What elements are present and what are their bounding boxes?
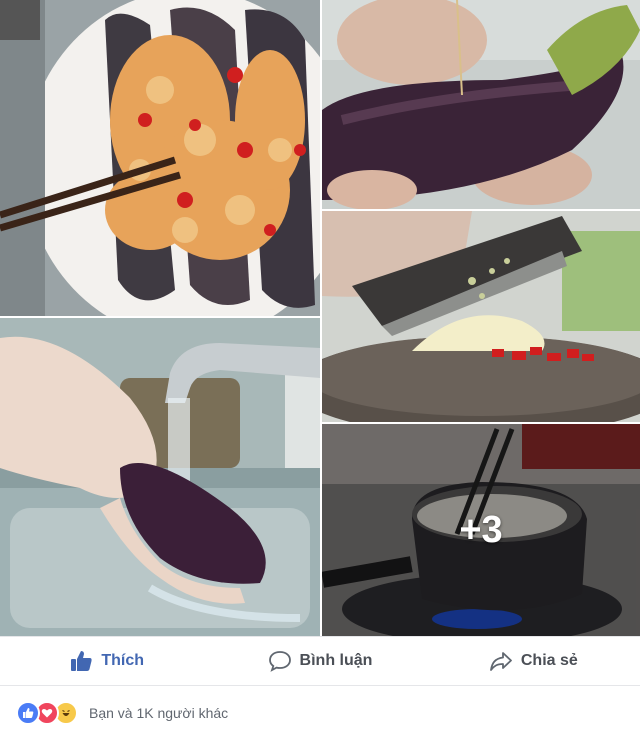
photo-washing-eggplant[interactable] [0, 318, 320, 636]
like-glyph-icon [23, 707, 34, 718]
photo-grid: +3 [0, 0, 640, 636]
chopping-garlic-image [322, 211, 640, 422]
photo-eggplant-held[interactable] [322, 0, 640, 209]
more-photos-count: +3 [459, 508, 503, 551]
eggplant-held-image [322, 0, 640, 209]
share-label: Chia sẻ [520, 652, 578, 669]
photo-chopping-garlic[interactable] [322, 211, 640, 422]
reaction-icons[interactable] [16, 700, 78, 725]
photo-saucepan-more[interactable]: +3 [322, 424, 640, 636]
heart-glyph-icon [41, 708, 53, 717]
stuffed-eggplant-image [0, 0, 320, 316]
thumbs-up-icon [71, 651, 92, 671]
washing-eggplant-image [0, 318, 320, 636]
action-bar: Thích Bình luận Chia sẻ [0, 636, 640, 686]
more-photos-overlay[interactable]: +3 [322, 424, 640, 636]
comment-button[interactable]: Bình luận [213, 637, 426, 685]
like-reaction-icon [16, 700, 40, 725]
like-label: Thích [101, 652, 144, 669]
comment-label: Bình luận [299, 652, 373, 669]
like-button[interactable]: Thích [0, 637, 213, 685]
share-button[interactable]: Chia sẻ [427, 637, 640, 685]
reaction-summary[interactable]: Bạn và 1K người khác [0, 686, 640, 739]
photo-stuffed-eggplant[interactable] [0, 0, 320, 316]
share-icon [489, 652, 512, 671]
reaction-summary-text[interactable]: Bạn và 1K người khác [89, 705, 228, 721]
comment-icon [268, 651, 291, 672]
laugh-glyph-icon [62, 709, 70, 716]
